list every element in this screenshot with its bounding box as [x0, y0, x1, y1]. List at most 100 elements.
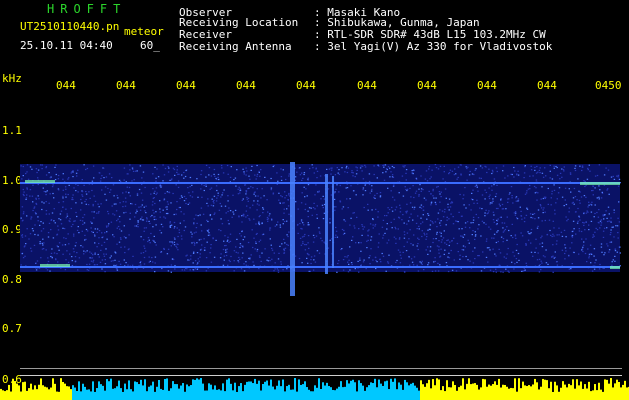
noise-speck: [416, 245, 418, 247]
noise-speck: [305, 188, 307, 190]
noise-speck: [65, 193, 67, 195]
level-bar: [502, 384, 504, 400]
level-bar: [472, 383, 474, 400]
noise-speck: [508, 193, 510, 195]
noise-speck: [613, 236, 615, 238]
noise-speck: [236, 238, 238, 240]
noise-speck: [277, 221, 279, 223]
noise-speck: [535, 247, 537, 249]
noise-speck: [514, 170, 516, 172]
level-bar: [476, 384, 478, 400]
noise-speck: [416, 264, 418, 266]
noise-speck: [101, 232, 103, 234]
noise-speck: [276, 268, 278, 270]
noise-speck: [170, 271, 172, 273]
noise-speck: [152, 188, 154, 190]
noise-speck: [448, 198, 451, 200]
level-bar: [582, 388, 584, 400]
noise-speck: [22, 175, 24, 177]
noise-speck: [123, 212, 125, 214]
level-bar: [222, 383, 224, 400]
noise-speck: [533, 213, 536, 215]
level-bar: [104, 390, 106, 400]
noise-speck: [120, 238, 122, 240]
noise-speck: [253, 264, 255, 266]
noise-speck: [88, 263, 91, 265]
noise-speck: [384, 215, 386, 217]
level-bar: [424, 386, 426, 400]
noise-speck: [583, 222, 585, 224]
noise-speck: [459, 254, 461, 256]
noise-speck: [185, 169, 187, 172]
noise-speck: [301, 172, 303, 174]
noise-speck: [21, 253, 23, 255]
noise-speck: [413, 256, 416, 258]
noise-speck: [364, 184, 366, 186]
level-bar: [60, 378, 62, 400]
level-bar: [504, 384, 506, 400]
noise-speck: [167, 203, 169, 205]
noise-speck: [208, 167, 211, 169]
level-bar: [350, 380, 352, 400]
level-bar: [534, 378, 536, 400]
noise-speck: [488, 197, 491, 200]
noise-speck: [554, 209, 556, 211]
noise-speck: [466, 179, 468, 181]
noise-speck: [605, 210, 607, 212]
noise-speck: [56, 253, 58, 255]
noise-speck: [211, 198, 213, 200]
noise-speck: [227, 236, 229, 238]
noise-speck: [398, 238, 401, 240]
noise-speck: [57, 261, 59, 263]
noise-speck: [457, 221, 459, 223]
noise-speck: [503, 230, 506, 232]
noise-speck: [579, 191, 581, 193]
noise-speck: [529, 188, 531, 190]
noise-speck: [569, 247, 571, 249]
noise-speck: [205, 270, 208, 272]
noise-speck: [41, 208, 43, 211]
noise-speck: [511, 197, 513, 199]
noise-speck: [225, 254, 228, 257]
noise-speck: [181, 196, 183, 198]
noise-speck: [119, 237, 122, 239]
noise-speck: [215, 200, 218, 202]
time-tick: 044: [477, 79, 497, 92]
noise-speck: [299, 237, 302, 239]
noise-speck: [173, 244, 176, 246]
noise-speck: [236, 169, 238, 171]
noise-speck: [207, 230, 209, 232]
noise-speck: [571, 230, 574, 233]
noise-speck: [360, 250, 362, 252]
noise-speck: [534, 192, 537, 194]
noise-speck: [122, 201, 125, 203]
noise-speck: [520, 210, 522, 212]
noise-speck: [439, 165, 442, 167]
level-bar: [88, 389, 90, 400]
noise-speck: [439, 222, 441, 224]
noise-speck: [197, 215, 199, 217]
noise-speck: [269, 260, 271, 262]
noise-speck: [35, 269, 38, 271]
noise-speck: [581, 166, 584, 168]
noise-speck: [592, 189, 594, 192]
noise-speck: [431, 221, 433, 223]
noise-speck: [222, 172, 225, 174]
noise-speck: [495, 271, 497, 273]
level-bar: [526, 386, 528, 400]
noise-speck: [138, 206, 140, 208]
noise-speck: [207, 234, 210, 236]
noise-speck: [452, 223, 455, 225]
noise-speck: [552, 233, 554, 235]
noise-speck: [196, 263, 198, 265]
noise-speck: [169, 222, 171, 224]
noise-speck: [241, 221, 243, 223]
noise-speck: [572, 197, 575, 199]
noise-speck: [361, 170, 363, 172]
noise-speck: [391, 210, 394, 212]
noise-speck: [437, 218, 439, 220]
noise-speck: [578, 228, 580, 230]
noise-speck: [25, 197, 28, 199]
noise-speck: [469, 227, 471, 229]
noise-speck: [362, 261, 365, 263]
